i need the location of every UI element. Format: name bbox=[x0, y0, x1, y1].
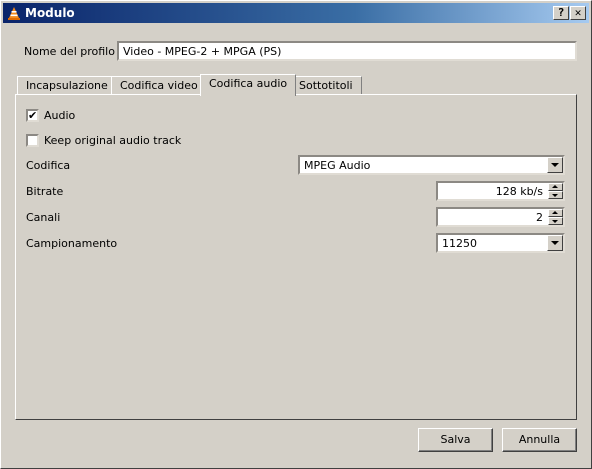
channels-spinbox[interactable]: 2 bbox=[436, 207, 565, 227]
cancel-button[interactable]: Annulla bbox=[502, 428, 577, 452]
audio-checkbox[interactable]: ✔ bbox=[26, 109, 39, 122]
window-title: Modulo bbox=[25, 6, 75, 20]
channels-value: 2 bbox=[536, 211, 543, 224]
samplerate-select[interactable]: 11250 bbox=[436, 233, 565, 253]
keep-original-audio-checkbox[interactable] bbox=[26, 134, 39, 147]
channels-label: Canali bbox=[26, 211, 61, 224]
bitrate-label: Bitrate bbox=[26, 185, 64, 198]
tab-sottotitoli[interactable]: Sottotitoli bbox=[290, 76, 362, 95]
codec-value: MPEG Audio bbox=[304, 159, 371, 172]
spin-down-icon[interactable] bbox=[548, 191, 563, 199]
help-button[interactable]: ? bbox=[553, 6, 569, 20]
save-button[interactable]: Salva bbox=[418, 428, 493, 452]
chevron-down-icon[interactable] bbox=[547, 235, 563, 251]
profile-name-input[interactable]: Video - MPEG-2 + MPGA (PS) bbox=[117, 41, 577, 61]
samplerate-value: 11250 bbox=[442, 237, 477, 250]
tab-incapsulazione[interactable]: Incapsulazione bbox=[17, 76, 117, 95]
tab-codifica-audio[interactable]: Codifica audio bbox=[200, 74, 297, 96]
tab-codifica-video[interactable]: Codifica video bbox=[111, 76, 207, 95]
vlc-cone-icon bbox=[8, 7, 20, 20]
close-button[interactable]: ✕ bbox=[570, 6, 586, 20]
bitrate-spinbox[interactable]: 128 kb/s bbox=[436, 181, 565, 201]
bitrate-value: 128 kb/s bbox=[495, 185, 543, 198]
codec-select[interactable]: MPEG Audio bbox=[298, 155, 565, 175]
spin-up-icon[interactable] bbox=[548, 183, 563, 191]
codec-label: Codifica bbox=[26, 159, 71, 172]
audio-checkbox-label: Audio bbox=[44, 109, 76, 122]
samplerate-label: Campionamento bbox=[26, 237, 118, 250]
profile-name-label: Nome del profilo bbox=[24, 45, 115, 58]
chevron-down-icon[interactable] bbox=[547, 157, 563, 173]
title-bar[interactable]: Modulo ? ✕ bbox=[3, 3, 589, 23]
spin-up-icon[interactable] bbox=[548, 209, 563, 217]
spin-down-icon[interactable] bbox=[548, 217, 563, 225]
keep-original-audio-label: Keep original audio track bbox=[44, 134, 182, 147]
